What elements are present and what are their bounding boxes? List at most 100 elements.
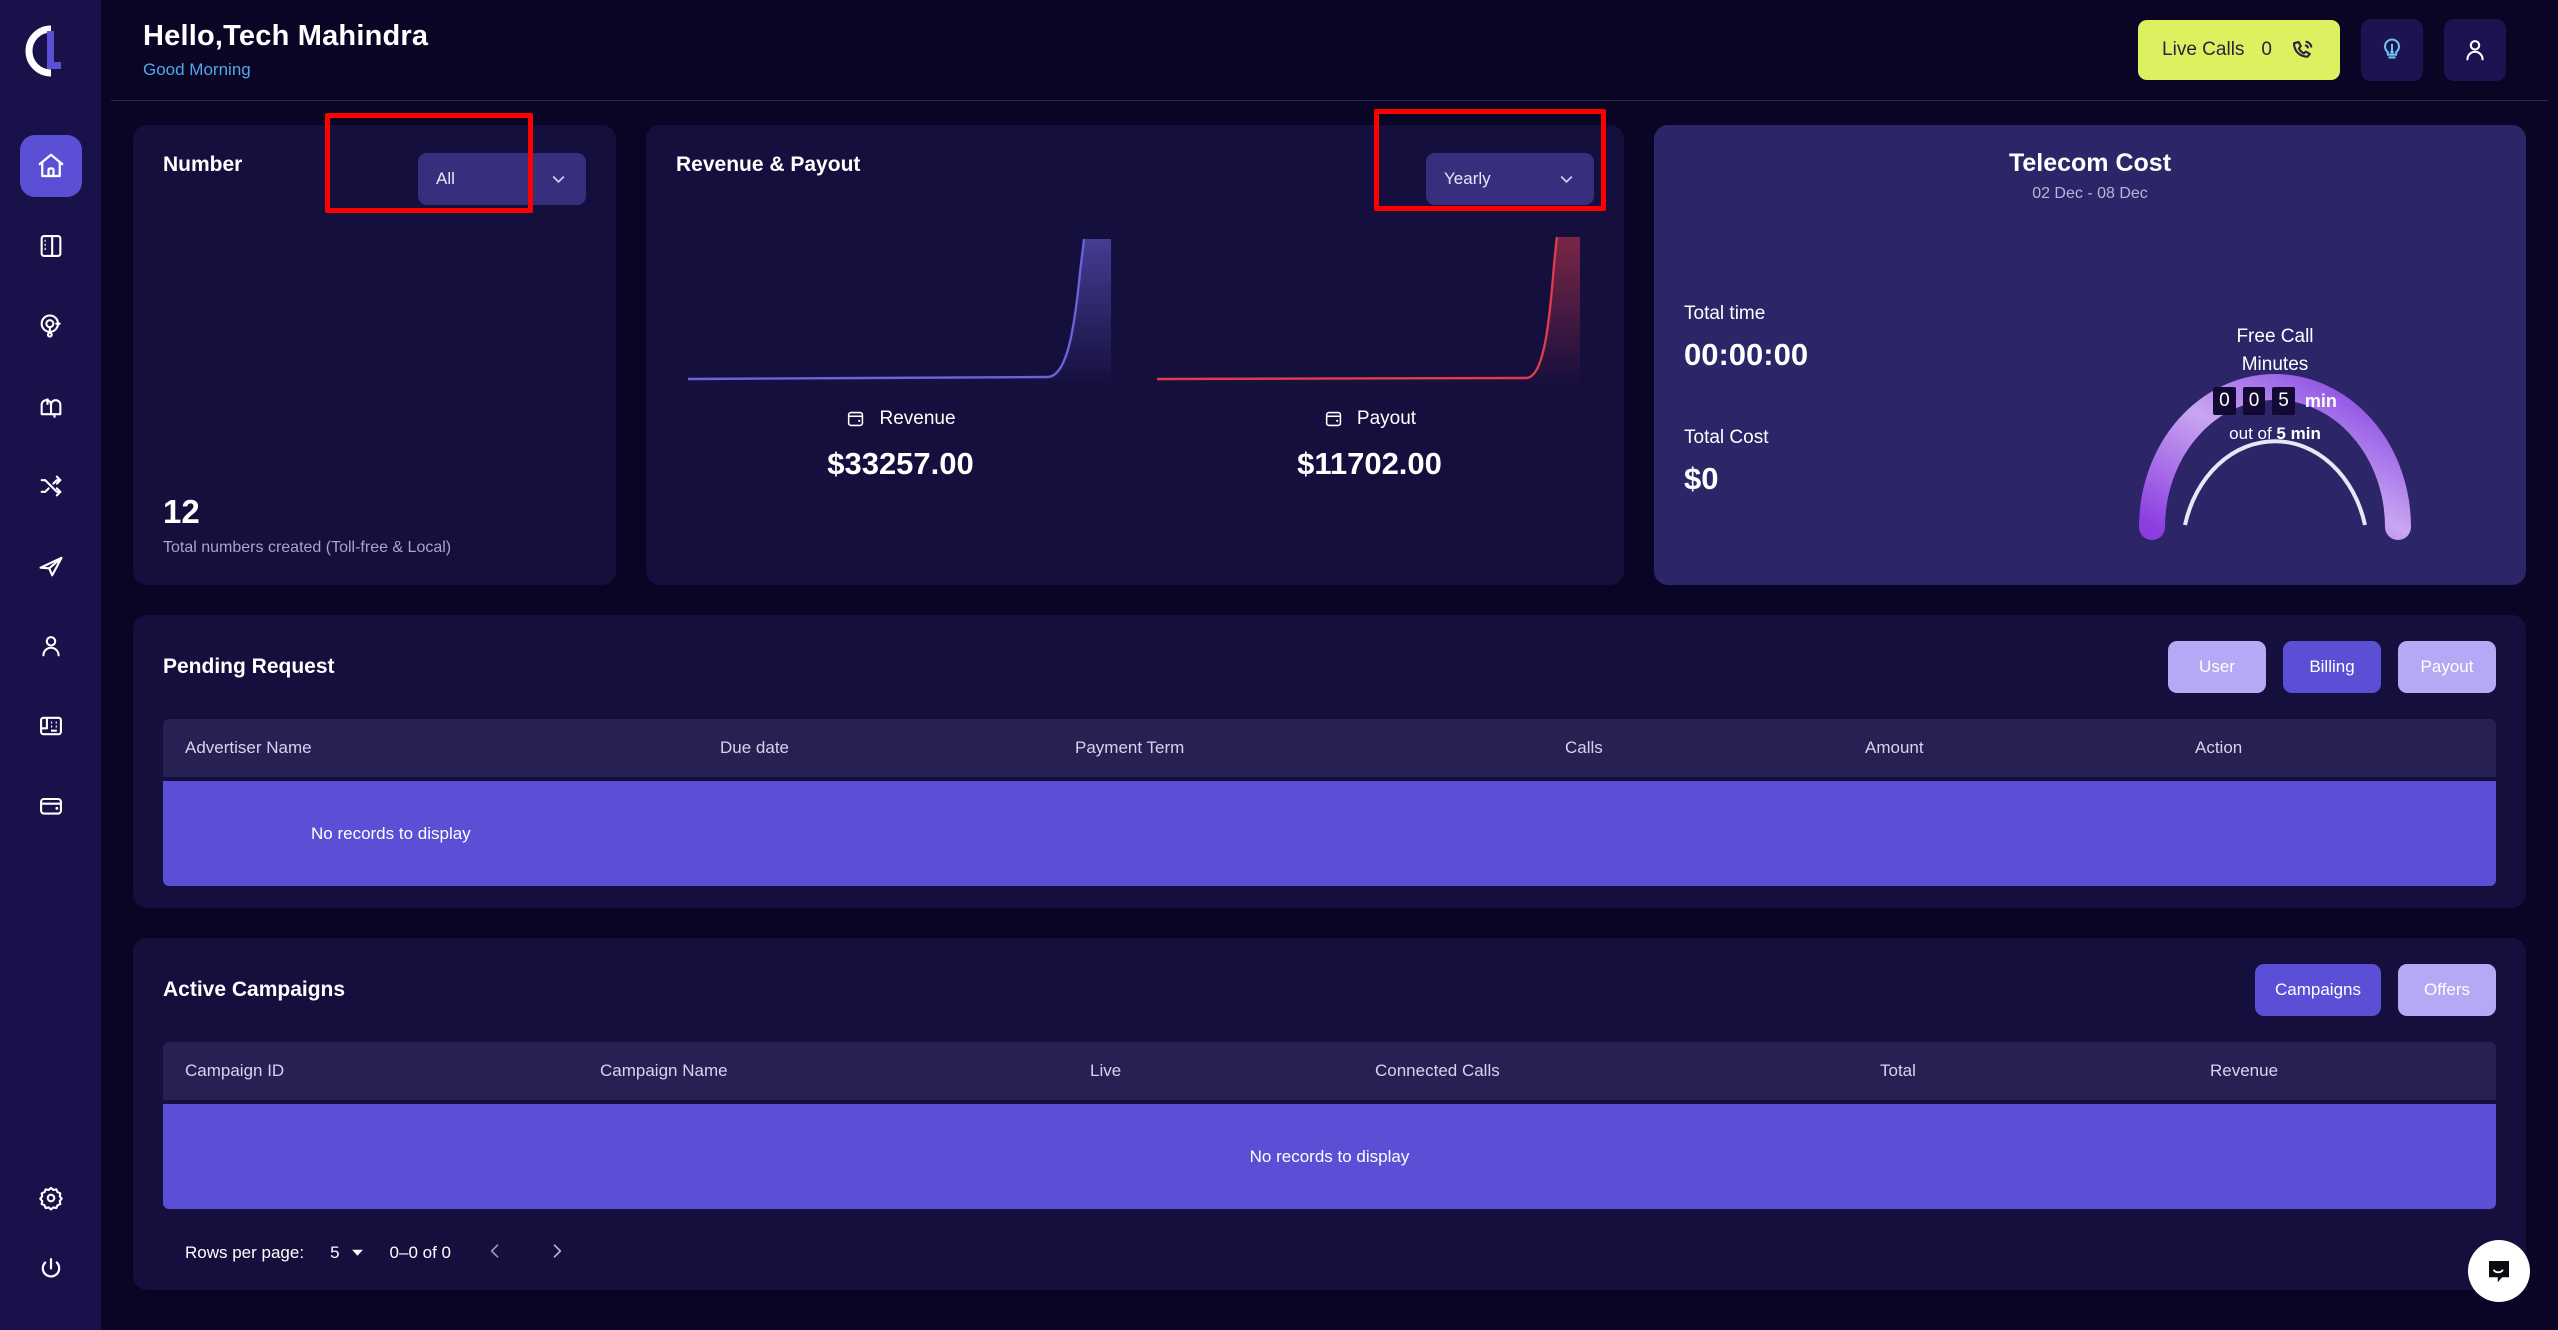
- page-header: Hello,Tech Mahindra Good Morning Live Ca…: [111, 0, 2548, 101]
- payout-label: Payout: [1357, 408, 1416, 430]
- gauge-digit-1: 0: [2213, 387, 2236, 415]
- bulb-alert-icon: [2378, 36, 2406, 64]
- number-card: Number All 12 Total numbers created (Tol…: [133, 125, 616, 585]
- col-total: Total: [1880, 1061, 2210, 1081]
- greeting-block: Hello,Tech Mahindra Good Morning: [143, 20, 428, 80]
- active-campaigns-table: Campaign ID Campaign Name Live Connected…: [163, 1042, 2496, 1209]
- table-header-row: Advertiser Name Due date Payment Term Ca…: [163, 719, 2496, 777]
- active-campaigns-panel: Active Campaigns Campaigns Offers Campai…: [133, 938, 2526, 1290]
- tab-payout[interactable]: Payout: [2398, 641, 2496, 693]
- number-card-header: Number All: [163, 153, 586, 205]
- gauge-outof-value: 5 min: [2276, 424, 2320, 443]
- gauge-digit-2: 0: [2243, 387, 2266, 415]
- table-header-row: Campaign ID Campaign Name Live Connected…: [163, 1042, 2496, 1100]
- rows-per-page-select[interactable]: 5: [330, 1243, 363, 1263]
- pagination-next-button[interactable]: [539, 1237, 575, 1268]
- sidebar-item-campaigns[interactable]: [20, 535, 82, 597]
- sidebar-item-directory[interactable]: [20, 215, 82, 277]
- col-live: Live: [1090, 1061, 1375, 1081]
- payout-metric: Payout $11702.00: [1157, 231, 1582, 482]
- profile-button[interactable]: [2444, 19, 2506, 81]
- total-time-label: Total time: [1684, 303, 1808, 325]
- pending-request-header: Pending Request User Billing Payout: [163, 641, 2496, 693]
- gauge-caption-line2: Minutes: [2110, 351, 2440, 379]
- pending-request-panel: Pending Request User Billing Payout Adve…: [133, 615, 2526, 908]
- pagination-range: 0–0 of 0: [390, 1243, 451, 1263]
- pending-request-empty-row: No records to display: [163, 781, 2496, 886]
- free-minutes-gauge: Free Call Minutes 0 0 5 min out of 5 min: [2110, 211, 2440, 541]
- total-cost-stat: Total Cost $0: [1684, 427, 1808, 497]
- sidebar-item-tracking[interactable]: [20, 295, 82, 357]
- total-cost-label: Total Cost: [1684, 427, 1808, 449]
- sidebar-item-inbox[interactable]: [20, 375, 82, 437]
- tab-user[interactable]: User: [2168, 641, 2266, 693]
- power-icon: [37, 1255, 65, 1283]
- col-campaign-name: Campaign Name: [600, 1061, 1090, 1081]
- help-button[interactable]: [2361, 19, 2423, 81]
- gauge-center-readout: Free Call Minutes 0 0 5 min out of 5 min: [2110, 323, 2440, 444]
- live-calls-button[interactable]: Live Calls 0: [2138, 20, 2340, 80]
- pending-request-title: Pending Request: [163, 655, 335, 679]
- live-calls-count: 0: [2261, 39, 2272, 61]
- gear-icon: [37, 1184, 65, 1212]
- sidebar-item-home[interactable]: [20, 135, 82, 197]
- col-connected-calls: Connected Calls: [1375, 1061, 1880, 1081]
- deskphone-icon: [37, 712, 65, 740]
- main-area: Hello,Tech Mahindra Good Morning Live Ca…: [101, 0, 2558, 1330]
- telecom-header: Telecom Cost 02 Dec - 08 Dec: [1684, 149, 2496, 203]
- sidebar-item-numbers[interactable]: [20, 695, 82, 757]
- revenue-period-value: Yearly: [1444, 169, 1491, 189]
- tab-campaigns[interactable]: Campaigns: [2255, 964, 2381, 1016]
- chevron-down-icon: [351, 1246, 364, 1259]
- sidebar: [0, 0, 101, 1330]
- mailbox-icon: [37, 392, 65, 420]
- rows-per-page-value: 5: [330, 1243, 339, 1263]
- pagination-prev-button[interactable]: [477, 1237, 513, 1268]
- sidebar-item-settings[interactable]: [37, 1184, 65, 1217]
- revenue-card-header: Revenue & Payout Yearly: [676, 153, 1594, 205]
- revenue-card-title: Revenue & Payout: [676, 153, 860, 177]
- sidebar-item-users[interactable]: [20, 615, 82, 677]
- intercom-chat-button[interactable]: [2468, 1240, 2530, 1302]
- tab-offers[interactable]: Offers: [2398, 964, 2496, 1016]
- live-calls-label: Live Calls: [2162, 39, 2244, 61]
- sidebar-item-logout[interactable]: [37, 1255, 65, 1288]
- app-logo[interactable]: [0, 0, 101, 101]
- payout-legend: Payout: [1323, 408, 1416, 430]
- col-due-date: Due date: [720, 738, 1075, 758]
- chevron-down-icon: [549, 170, 568, 189]
- phone-ring-icon: [2289, 37, 2316, 64]
- gauge-caption-line1: Free Call: [2110, 323, 2440, 351]
- revenue-period-select[interactable]: Yearly: [1426, 153, 1594, 205]
- telecom-cost-card: Telecom Cost 02 Dec - 08 Dec Total time …: [1654, 125, 2526, 585]
- col-payment-term: Payment Term: [1075, 738, 1565, 758]
- header-actions: Live Calls 0: [2138, 19, 2506, 81]
- wallet-icon: [1323, 408, 1345, 430]
- telecom-body: Total time 00:00:00 Total Cost $0: [1684, 203, 2496, 563]
- target-icon: [37, 312, 65, 340]
- revenue-metric: Revenue $33257.00: [688, 231, 1113, 482]
- wallet-icon: [37, 792, 65, 820]
- sidebar-item-routing[interactable]: [20, 455, 82, 517]
- dashboard-content: Number All 12 Total numbers created (Tol…: [101, 101, 2558, 1290]
- user-icon: [37, 632, 65, 660]
- rows-per-page-label: Rows per page:: [185, 1243, 304, 1263]
- sidebar-nav: [20, 135, 82, 837]
- payout-sparkline-chart: [1157, 231, 1582, 386]
- col-revenue: Revenue: [2210, 1061, 2278, 1081]
- sidebar-bottom: [0, 1184, 101, 1288]
- active-campaigns-header: Active Campaigns Campaigns Offers: [163, 964, 2496, 1016]
- chat-bubble-icon: [2484, 1256, 2514, 1286]
- number-filter-select[interactable]: All: [418, 153, 586, 205]
- active-campaigns-empty-row: No records to display: [163, 1104, 2496, 1209]
- gauge-outof: out of 5 min: [2110, 424, 2440, 444]
- book-icon: [37, 232, 65, 260]
- payout-value: $11702.00: [1297, 446, 1442, 482]
- tab-billing[interactable]: Billing: [2283, 641, 2381, 693]
- sidebar-item-billing[interactable]: [20, 775, 82, 837]
- telecom-date-range: 02 Dec - 08 Dec: [1684, 185, 2496, 203]
- user-avatar-icon: [2461, 36, 2489, 64]
- col-amount: Amount: [1865, 738, 2195, 758]
- number-caption: Total numbers created (Toll-free & Local…: [163, 539, 451, 557]
- gauge-digits: 0 0 5 min: [2110, 387, 2440, 415]
